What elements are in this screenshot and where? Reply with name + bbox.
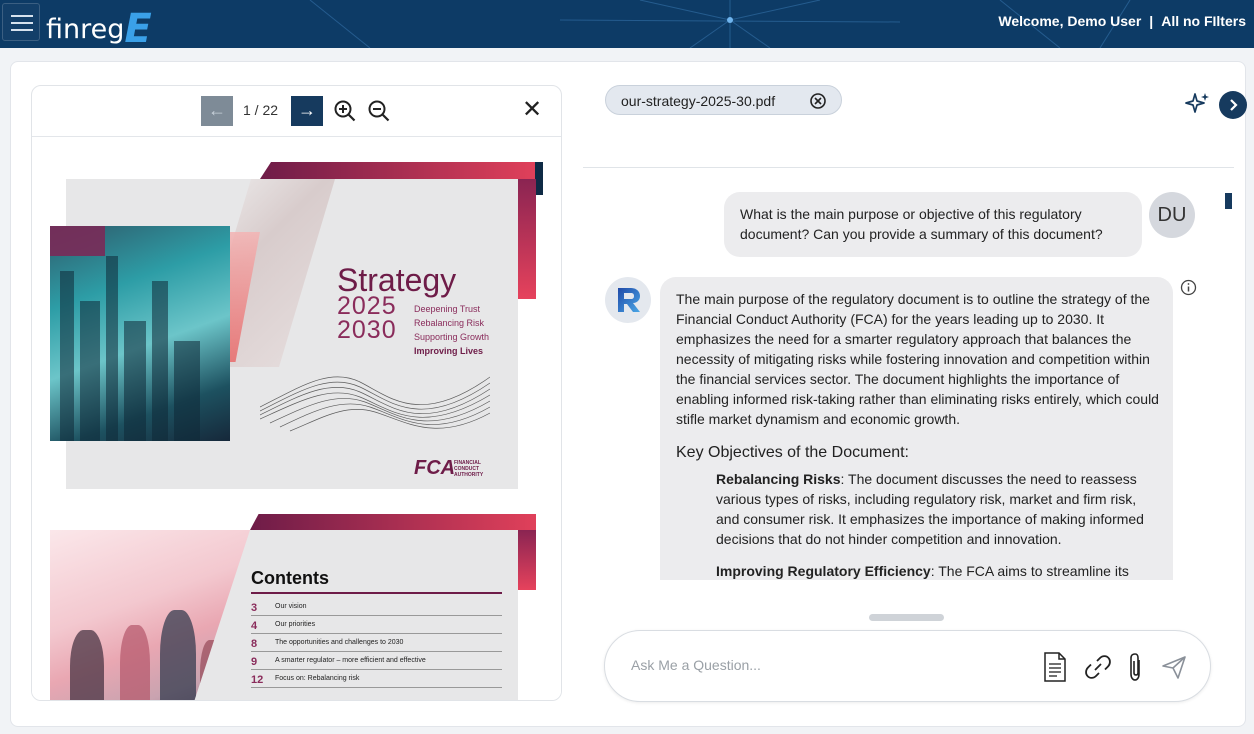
question-input[interactable] <box>631 657 1031 673</box>
objective-item: Rebalancing Risks: The document discusse… <box>716 471 1144 547</box>
next-page-button[interactable]: → <box>291 96 323 126</box>
user-avatar: DU <box>1149 192 1195 238</box>
close-viewer-button[interactable]: ✕ <box>522 98 542 122</box>
viewer-toolbar: ← 1 / 22 → ✕ <box>32 86 561 137</box>
sparkle-icon[interactable] <box>1185 91 1211 117</box>
pdf-pages[interactable]: Strategy 2025 2030 Deepening Trust Rebal… <box>32 138 561 700</box>
link-icon[interactable] <box>1084 653 1112 681</box>
chevron-right-icon <box>1230 99 1238 111</box>
top-bar: finregE Welcome, Demo User | All no FIlter… <box>0 0 1254 48</box>
fca-logo-text: FINANCIAL CONDUCT AUTHORITY <box>454 460 484 478</box>
document-icon[interactable] <box>1042 651 1068 683</box>
fca-logo: FCA <box>414 457 456 479</box>
zoom-out-icon[interactable] <box>368 100 390 122</box>
menu-button[interactable] <box>2 3 40 41</box>
objective-item: Improving Regulatory Efficiency: The FCA… <box>716 563 1129 579</box>
welcome-text: Welcome, Demo User <box>998 13 1142 29</box>
pdf-page-contents: Contents 3 Our vision 4 Our priorities 8 Th… <box>50 514 536 700</box>
send-icon[interactable] <box>1160 653 1188 681</box>
bot-avatar <box>605 277 651 323</box>
finreg-logo[interactable]: finregE <box>46 2 152 48</box>
chat-scrollbar[interactable] <box>1225 193 1232 209</box>
question-input-box[interactable] <box>604 630 1211 702</box>
cover-year-end: 2030 <box>337 316 397 344</box>
toc-row: 9A smarter regulator – more efficient an… <box>251 652 502 670</box>
toc-row: 4 Our priorities <box>251 616 502 634</box>
bot-message: The main purpose of the regulatory docum… <box>660 277 1173 580</box>
pdf-page-cover: Strategy 2025 2030 Deepening Trust Rebal… <box>50 162 543 507</box>
cover-photo-city <box>50 226 230 441</box>
zoom-in-icon[interactable] <box>334 100 356 122</box>
user-message-text: What is the main purpose or objective of… <box>740 206 1103 242</box>
collapse-panel-button[interactable] <box>1219 91 1247 119</box>
bot-message-heading: Key Objectives of the Document: <box>676 444 909 461</box>
table-of-contents: 3 Our vision 4 Our priorities 8 The opportu… <box>251 598 502 688</box>
remove-document-icon[interactable] <box>809 92 827 110</box>
toc-row: 8 The opportunities and challenges to 203… <box>251 634 502 652</box>
bot-message-summary: The main purpose of the regulatory docum… <box>676 291 1159 427</box>
user-message: What is the main purpose or objective of… <box>724 192 1142 257</box>
document-chip-label: our-strategy-2025-30.pdf <box>621 93 776 109</box>
header-separator: | <box>1149 13 1154 29</box>
document-chip[interactable]: our-strategy-2025-30.pdf <box>605 85 842 115</box>
pdf-viewer: ← 1 / 22 → ✕ Strategy 2025 2030 Deepenin… <box>31 85 562 701</box>
info-icon[interactable] <box>1180 279 1197 296</box>
bot-logo-icon <box>618 288 640 312</box>
toc-row: 12 Focus on: Rebalancing risk <box>251 670 502 688</box>
filters-link[interactable]: All no FIlters <box>1161 13 1246 29</box>
cover-wave-graphic <box>260 376 490 432</box>
cover-taglines: Deepening Trust Rebalancing Risk Support… <box>414 304 490 356</box>
prev-page-button[interactable]: ← <box>201 96 233 126</box>
resize-handle[interactable] <box>869 614 944 621</box>
page-indicator: 1 / 22 <box>243 102 279 118</box>
chat-divider <box>583 167 1234 168</box>
cover-top-band <box>260 162 536 179</box>
header-user-info: Welcome, Demo User | All no FIlters <box>998 13 1246 29</box>
contents-title: Contents <box>251 568 329 588</box>
toc-row: 3 Our vision <box>251 598 502 616</box>
paperclip-icon[interactable] <box>1126 651 1144 683</box>
